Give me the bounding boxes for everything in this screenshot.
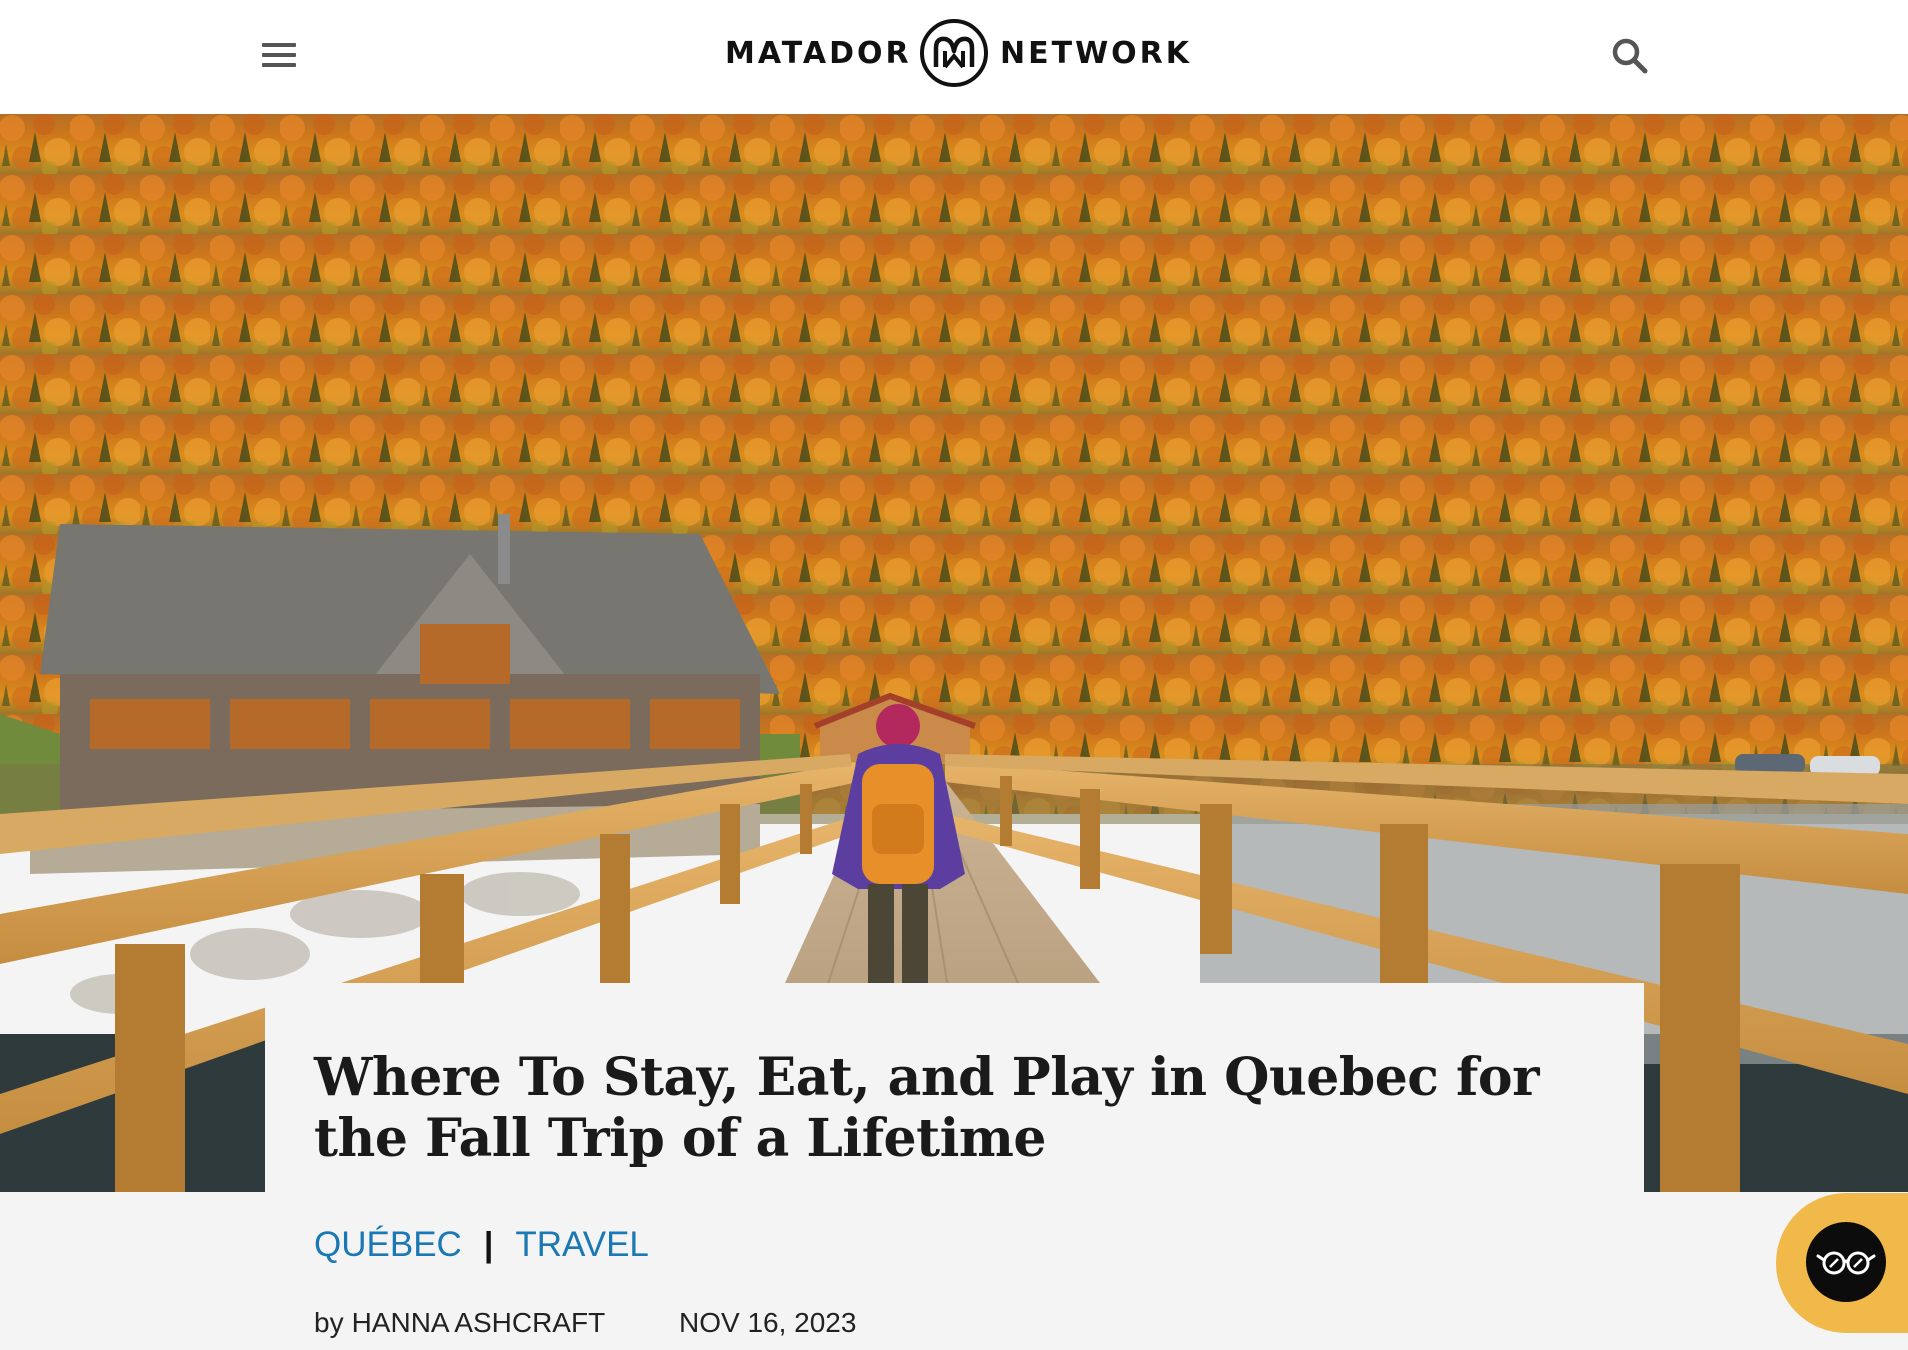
category-breadcrumb: QUÉBEC | TRAVEL <box>314 1222 649 1268</box>
hamburger-menu-icon[interactable] <box>262 40 298 70</box>
article-byline: by HANNA ASHCRAFT NOV 16, 2023 <box>314 1303 856 1343</box>
byline-prefix: by <box>314 1307 344 1338</box>
logo-mark-icon <box>920 19 988 87</box>
publish-date: NOV 16, 2023 <box>679 1307 857 1338</box>
category-separator: | <box>483 1225 494 1264</box>
logo-text-right: NETWORK <box>1000 36 1193 71</box>
category-link-travel[interactable]: TRAVEL <box>515 1225 649 1265</box>
search-icon[interactable] <box>1610 36 1650 76</box>
category-link-quebec[interactable]: QUÉBEC <box>314 1225 462 1265</box>
article-title: Where To Stay, Eat, and Play in Quebec f… <box>314 1047 1540 1169</box>
article-title-card: Where To Stay, Eat, and Play in Quebec f… <box>265 983 1644 1192</box>
widget-button-circle <box>1806 1222 1886 1302</box>
floating-widget-button[interactable] <box>1776 1193 1908 1333</box>
glasses-icon <box>1816 1251 1876 1275</box>
site-header: MATADOR NETWORK <box>0 0 1908 114</box>
logo-text-left: MATADOR <box>725 36 912 71</box>
site-logo[interactable]: MATADOR NETWORK <box>720 18 1190 92</box>
author-link[interactable]: HANNA ASHCRAFT <box>352 1307 606 1339</box>
